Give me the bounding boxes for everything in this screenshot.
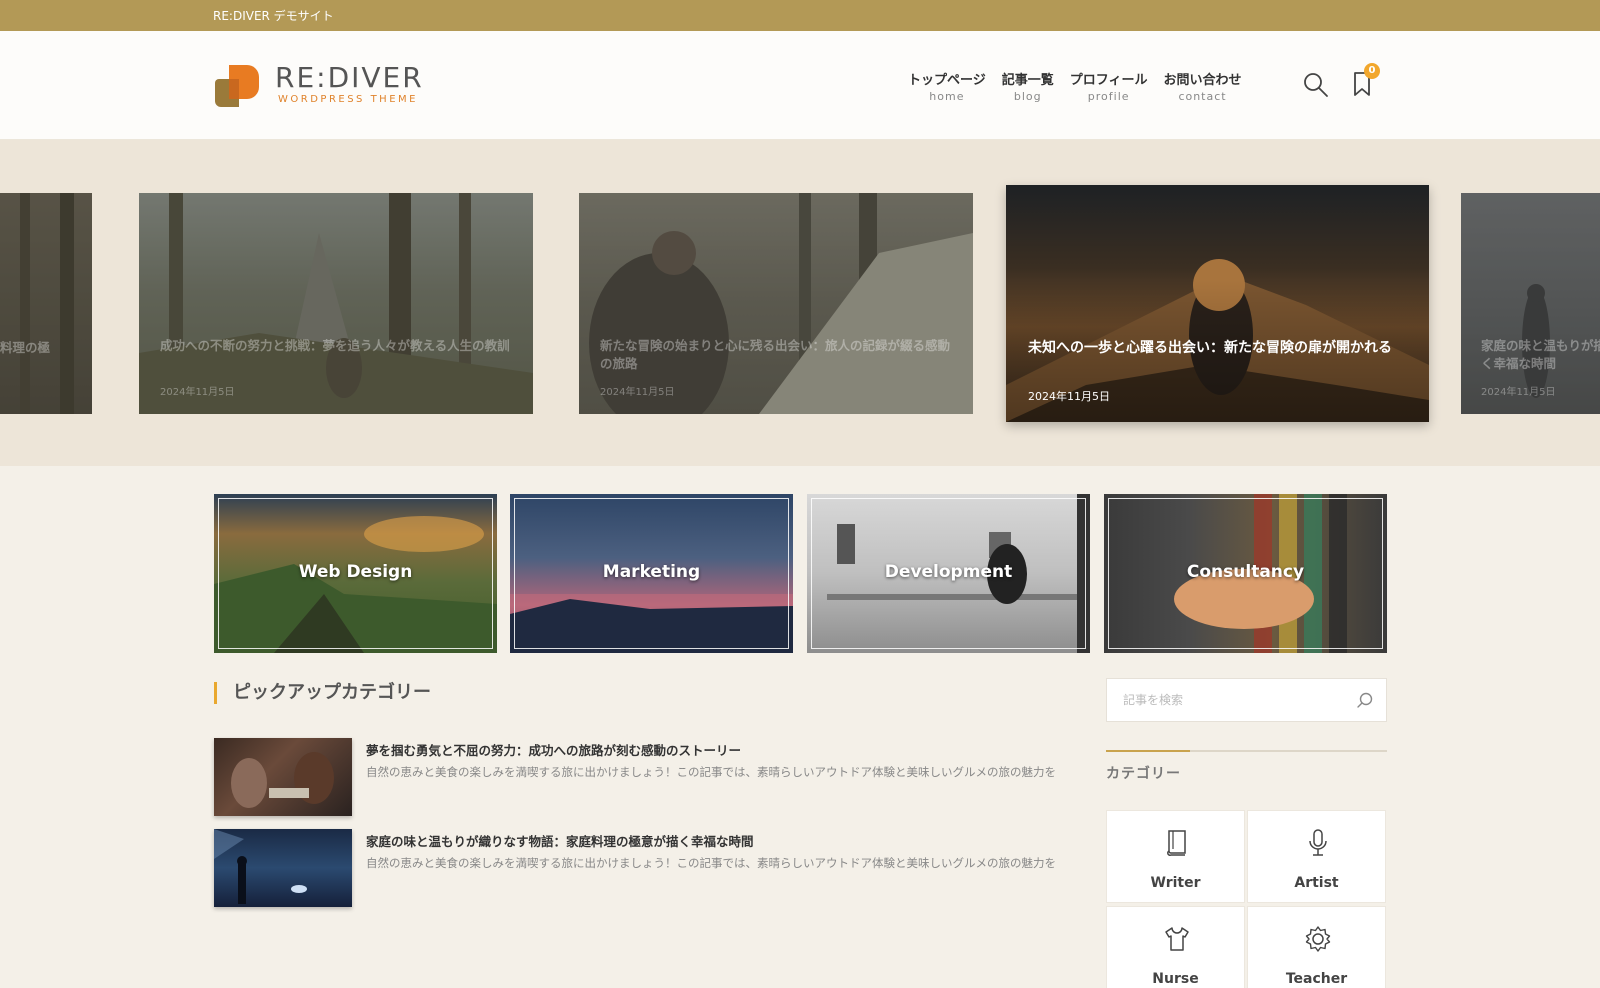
tile-label: Marketing: [602, 562, 701, 582]
slide-active[interactable]: 未知への一歩と心躍る出会い：新たな冒険の扉が開かれる 2024年11月5日: [1006, 185, 1429, 422]
list-item[interactable]: 家庭の味と温もりが織りなす物語：家庭料理の極意が描く幸福な時間 自然の恵みと美食…: [214, 829, 1074, 907]
slide-title: 家庭の味と温もりが描く幸福な時間: [1481, 338, 1600, 371]
slide-date: 2024年11月5日: [600, 387, 675, 398]
nav-label: 記事一覧: [1001, 73, 1054, 88]
category-tile-consultancy[interactable]: Consultancy: [1104, 494, 1387, 653]
site-name[interactable]: RE:DIVER デモサイト: [213, 7, 334, 24]
slide-title: 未知への一歩と心躍る出会い：新たな冒険の扉が開かれる: [1028, 340, 1392, 356]
slide-date: 2024年11月5日: [1481, 387, 1556, 398]
nav-sublabel: blog: [1013, 90, 1042, 103]
nav-sublabel: contact: [1178, 90, 1227, 103]
nav-item-contact[interactable]: お問い合わせ contact: [1164, 69, 1242, 103]
main-nav: トップページ home 記事一覧 blog プロフィール profile お問い…: [908, 69, 1258, 103]
category-card-label: Writer: [1150, 875, 1201, 891]
microphone-icon: [1309, 829, 1327, 856]
category-tile-web-design[interactable]: Web Design: [214, 494, 497, 653]
slide-title: 新たな冒険の始まりと心に残る出会い：旅人の記録が綴る感動の旅路: [600, 338, 951, 371]
section-title-pickup: ピックアップカテゴリー: [214, 682, 431, 704]
tile-label: Development: [884, 562, 1013, 582]
logo-icon[interactable]: [213, 65, 259, 107]
book-icon: [1167, 830, 1186, 856]
category-tile-marketing[interactable]: Marketing: [510, 494, 793, 653]
widget-divider: [1106, 750, 1387, 752]
nav-label: プロフィール: [1069, 73, 1148, 88]
category-card-nurse[interactable]: Nurse: [1106, 906, 1245, 988]
tshirt-icon: [1165, 927, 1189, 951]
sidebar-search: [1106, 678, 1387, 722]
search-input[interactable]: [1107, 679, 1347, 721]
nav-sublabel: profile: [1087, 90, 1130, 103]
topbar: RE:DIVER デモサイト: [0, 0, 1600, 31]
gear-icon: [1305, 926, 1331, 952]
search-icon[interactable]: [1302, 71, 1330, 99]
nav-item-profile[interactable]: プロフィール profile: [1070, 69, 1148, 103]
category-card-label: Teacher: [1285, 971, 1348, 987]
category-tile-development[interactable]: Development: [807, 494, 1090, 653]
category-card-teacher[interactable]: Teacher: [1247, 906, 1386, 988]
list-item[interactable]: 夢を掴む勇気と不屈の努力：成功への旅路が刻む感動のストーリー 自然の恵みと美食の…: [214, 738, 1074, 816]
bookmark-count-badge: 0: [1364, 63, 1380, 79]
post-excerpt: 自然の恵みと美食の楽しみを満喫する旅に出かけましょう！この記事では、素晴らしいア…: [366, 765, 1056, 779]
nav-label: お問い合わせ: [1163, 73, 1242, 88]
logo-subtitle: WORDPRESS THEME: [278, 94, 418, 105]
slide-date: 2024年11月5日: [160, 387, 235, 398]
tile-label: Consultancy: [1186, 562, 1305, 582]
category-card-artist[interactable]: Artist: [1247, 810, 1386, 903]
header: RE:DIVER WORDPRESS THEME トップページ home 記事一…: [0, 31, 1600, 140]
post-title[interactable]: 夢を掴む勇気と不屈の努力：成功への旅路が刻む感動のストーリー: [366, 740, 741, 759]
nav-sublabel: home: [929, 90, 965, 103]
slide[interactable]: 家庭の味と温もりが描く幸福な時間 2024年11月5日: [1461, 193, 1600, 414]
category-card-writer[interactable]: Writer: [1106, 810, 1245, 903]
slide-title: 成功への不断の努力と挑戦：夢を追う人々が教える人生の教訓: [160, 338, 510, 353]
post-thumbnail[interactable]: [214, 829, 352, 907]
slide[interactable]: 料理の極: [0, 193, 92, 414]
slide-title: 料理の極: [0, 340, 51, 355]
nav-item-home[interactable]: トップページ home: [908, 69, 986, 103]
logo-text[interactable]: RE:DIVER: [275, 61, 424, 94]
slide[interactable]: 成功への不断の努力と挑戦：夢を追う人々が教える人生の教訓 2024年11月5日: [139, 193, 533, 414]
widget-title-category: カテゴリー: [1106, 766, 1181, 782]
post-thumbnail[interactable]: [214, 738, 352, 816]
post-excerpt: 自然の恵みと美食の楽しみを満喫する旅に出かけましょう！この記事では、素晴らしいア…: [366, 856, 1056, 870]
tile-label: Web Design: [298, 562, 413, 582]
nav-item-blog[interactable]: 記事一覧 blog: [1002, 69, 1054, 103]
post-title[interactable]: 家庭の味と温もりが織りなす物語：家庭料理の極意が描く幸福な時間: [366, 831, 754, 850]
slide-date: 2024年11月5日: [1028, 390, 1110, 403]
search-icon[interactable]: [1355, 691, 1375, 711]
category-card-label: Artist: [1294, 875, 1339, 891]
featured-slider: 料理の極 成功への不断の努力と挑戦：夢を追う人々が教える人生の教訓 2024年1…: [0, 140, 1600, 466]
nav-label: トップページ: [908, 73, 986, 88]
slide[interactable]: 新たな冒険の始まりと心に残る出会い：旅人の記録が綴る感動の旅路 2024年11月…: [579, 193, 973, 414]
category-card-label: Nurse: [1152, 971, 1199, 987]
